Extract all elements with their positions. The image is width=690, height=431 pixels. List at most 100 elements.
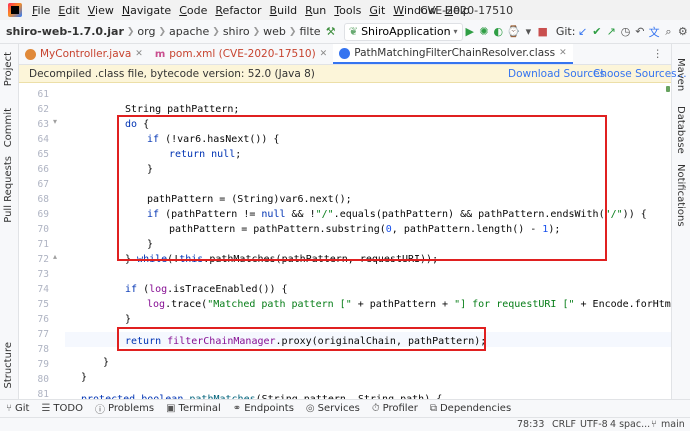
download-sources-link[interactable]: Download Sources (508, 68, 605, 80)
problems-tool-button[interactable]: ⓘ Problems (89, 401, 160, 416)
maven-m-icon: m (154, 48, 166, 60)
banner-text: Decompiled .class file, bytecode version… (29, 67, 315, 80)
breadcrumb-filter[interactable]: filte (296, 25, 323, 38)
commit-tool-button[interactable]: Commit (3, 108, 14, 147)
structure-tool-button[interactable]: Structure (3, 342, 14, 389)
tool-label: TODO (53, 403, 83, 414)
code-line: } (103, 357, 110, 368)
right-tool-window-bar: Maven Database Notifications (671, 44, 690, 399)
breadcrumb-web[interactable]: web (260, 25, 289, 38)
endpoints-icon: ⚭ (232, 403, 242, 414)
menu-view[interactable]: View (84, 4, 118, 17)
dependencies-icon: ⧉ (429, 403, 437, 414)
coverage-icon[interactable]: ◐ (492, 23, 504, 41)
code-line: } (81, 372, 88, 383)
line-number: 77 (37, 329, 49, 340)
red-annotation-box (117, 115, 607, 261)
tool-label: Dependencies (439, 403, 512, 414)
endpoints-tool-button[interactable]: ⚭ Endpoints (227, 403, 300, 414)
menu-navigate[interactable]: Navigate (118, 4, 175, 17)
line-number: 73 (37, 269, 49, 280)
inspection-ok-icon[interactable] (666, 86, 670, 92)
more-run-icon[interactable]: ▾ (522, 23, 534, 41)
tab-label: MyController.java (40, 48, 132, 60)
breadcrumb-org[interactable]: org (134, 25, 158, 38)
choose-sources-link[interactable]: Choose Sources... (593, 68, 687, 80)
rollback-icon[interactable]: ↶ (634, 23, 646, 41)
editor-tab-bar: MyController.java ✕ m pom.xml (CVE-2020-… (19, 44, 671, 65)
close-icon[interactable]: ✕ (135, 49, 143, 59)
list-icon: ☰ (41, 403, 51, 414)
breadcrumb-shiro[interactable]: shiro (220, 25, 253, 38)
left-tool-window-bar: Project Commit Pull Requests Structure (0, 44, 19, 399)
tab-pom[interactable]: m pom.xml (CVE-2020-17510) ✕ (149, 44, 333, 64)
code-editor[interactable]: String pathPattern; do { if (!var6.hasNe… (65, 83, 671, 399)
breadcrumb-apache[interactable]: apache (166, 25, 212, 38)
menu-build[interactable]: Build (266, 4, 302, 17)
search-icon[interactable]: ⌕ (662, 23, 674, 41)
chevron-down-icon: ▾ (453, 27, 458, 36)
class-icon (339, 47, 351, 59)
tool-label: Profiler (382, 403, 418, 414)
line-number: 65 (37, 149, 49, 160)
bottom-tool-window-bar: ⑂ Git ☰ TODO ⓘ Problems ▣ Terminal ⚭ Endpoint… (0, 399, 690, 417)
tab-label: PathMatchingFilterChainResolver.class (354, 47, 556, 59)
history-icon[interactable]: ◷ (619, 23, 631, 41)
decompiled-banner: Decompiled .class file, bytecode version… (19, 65, 687, 83)
java-class-icon (25, 48, 36, 60)
breadcrumb-jar[interactable]: shiro-web-1.7.0.jar (0, 25, 127, 38)
menu-run[interactable]: Run (301, 4, 330, 17)
chevron-right-icon: ❯ (252, 26, 261, 37)
line-number: 70 (37, 224, 49, 235)
menu-tools[interactable]: Tools (330, 4, 365, 17)
services-tool-button[interactable]: ◎ Services (300, 403, 366, 414)
pull-requests-tool-button[interactable]: Pull Requests (3, 156, 14, 223)
tab-list-icon[interactable]: ⋮ (645, 44, 672, 64)
red-annotation-box (117, 327, 486, 351)
caret-position[interactable]: 78:33 (517, 418, 544, 431)
tab-pathmatching-resolver[interactable]: PathMatchingFilterChainResolver.class ✕ (333, 44, 573, 64)
project-tool-button[interactable]: Project (3, 52, 14, 86)
line-number: 75 (37, 299, 49, 310)
tool-label: Services (317, 403, 360, 414)
chevron-right-icon: ❯ (158, 26, 167, 37)
git-branch[interactable]: main (661, 418, 685, 431)
git-tool-button[interactable]: ⑂ Git (0, 403, 35, 414)
file-encoding[interactable]: UTF-8 (580, 418, 608, 431)
line-number: 66 (37, 164, 49, 175)
menu-git[interactable]: Git (365, 4, 389, 17)
tab-mycontroller[interactable]: MyController.java ✕ (19, 44, 149, 64)
notifications-tool-button[interactable]: Notifications (675, 164, 686, 227)
menu-code[interactable]: Code (175, 4, 211, 17)
translate-icon[interactable]: 文 (648, 23, 660, 41)
spring-icon: ❦ (348, 25, 359, 38)
database-tool-button[interactable]: Database (675, 106, 686, 154)
dependencies-tool-button[interactable]: ⧉ Dependencies (424, 403, 517, 414)
tool-label: Terminal (178, 403, 221, 414)
settings-icon[interactable]: ⚙ (677, 23, 689, 41)
run-configuration-select[interactable]: ❦ ShiroApplication ▾ (343, 22, 463, 41)
git-push-icon[interactable]: ↗ (605, 23, 617, 41)
fold-icon[interactable]: ▾ (53, 117, 57, 126)
hammer-icon[interactable]: ⚒ (325, 23, 337, 41)
terminal-tool-button[interactable]: ▣ Terminal (160, 403, 227, 414)
run-icon[interactable]: ▶ (464, 23, 476, 41)
profiler-icon: ⏱ (371, 403, 380, 414)
code-line: protected boolean pathMatches(String pat… (81, 392, 442, 399)
menu-edit[interactable]: Edit (54, 4, 83, 17)
menu-refactor[interactable]: Refactor (211, 4, 265, 17)
todo-tool-button[interactable]: ☰ TODO (35, 403, 89, 414)
close-icon[interactable]: ✕ (559, 48, 567, 58)
git-update-icon[interactable]: ↙ (576, 23, 588, 41)
line-separator[interactable]: CRLF (552, 418, 576, 431)
git-commit-icon[interactable]: ✔ (591, 23, 603, 41)
stop-icon[interactable]: ■ (537, 23, 549, 41)
profile-icon[interactable]: ⌚ (507, 23, 521, 41)
indent-setting[interactable]: 4 spac... (610, 418, 650, 431)
debug-icon[interactable]: ✺ (478, 23, 490, 41)
profiler-tool-button[interactable]: ⏱ Profiler (366, 403, 424, 414)
menu-file[interactable]: File (28, 4, 54, 17)
fold-icon[interactable]: ▴ (53, 252, 57, 261)
line-number: 74 (37, 284, 49, 295)
close-icon[interactable]: ✕ (320, 49, 328, 59)
